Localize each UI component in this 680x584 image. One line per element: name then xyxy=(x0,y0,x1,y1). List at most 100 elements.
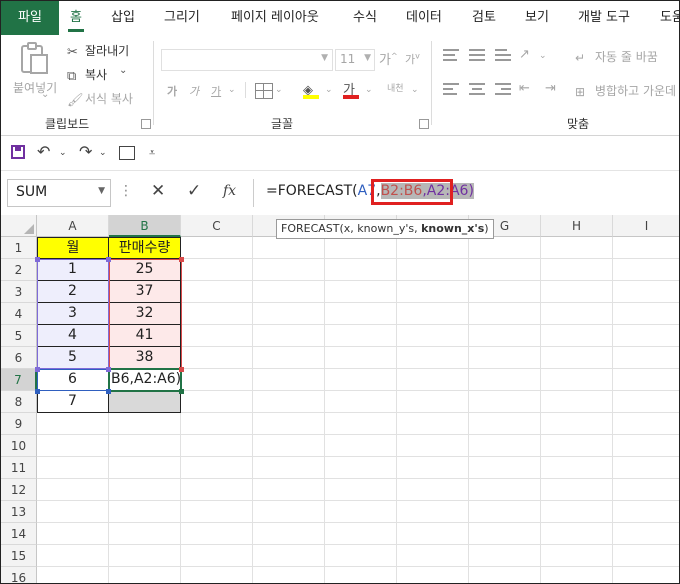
sales-cell[interactable]: 25 xyxy=(109,259,181,281)
month-cell[interactable]: 3 xyxy=(37,303,109,325)
row-header[interactable]: 3 xyxy=(1,281,37,303)
bold-button[interactable]: 가 xyxy=(167,83,177,99)
month-cell[interactable]: 2 xyxy=(37,281,109,303)
month-cell[interactable]: 5 xyxy=(37,347,109,369)
range-handle[interactable] xyxy=(106,389,111,394)
column-header[interactable]: B xyxy=(109,215,181,237)
align-left-icon[interactable] xyxy=(443,83,459,97)
sales-cell[interactable]: 41 xyxy=(109,325,181,347)
copy-button[interactable]: ⧉ 복사 ⌄ xyxy=(67,65,127,84)
undo-dropdown-icon[interactable]: ⌄ xyxy=(59,148,67,158)
row-header[interactable]: 7 xyxy=(1,369,37,391)
name-box[interactable]: SUM ▼ xyxy=(7,179,111,207)
sales-cell[interactable]: 38 xyxy=(109,347,181,369)
cut-button[interactable]: ✂ 잘라내기 xyxy=(67,41,129,60)
month-cell[interactable]: 1 xyxy=(37,259,109,281)
header-cell-month[interactable]: 월 xyxy=(37,237,109,259)
tab-data[interactable]: 데이터 xyxy=(406,1,442,35)
underline-button[interactable]: 가 xyxy=(211,83,221,99)
align-middle-icon[interactable] xyxy=(469,49,485,63)
tab-view[interactable]: 보기 xyxy=(525,1,549,35)
month-cell[interactable]: 6 xyxy=(37,369,109,391)
phonetic-dropdown-icon[interactable]: ⌄ xyxy=(411,85,419,95)
orientation-dropdown-icon[interactable]: ⌄ xyxy=(539,51,547,61)
font-color-dropdown-icon[interactable]: ⌄ xyxy=(365,85,373,95)
decrease-indent-icon[interactable]: ⇤ xyxy=(519,81,530,96)
column-header[interactable]: H xyxy=(541,215,613,237)
column-header[interactable]: A xyxy=(37,215,109,237)
fill-handle[interactable] xyxy=(179,389,184,394)
orientation-icon[interactable]: ↗ xyxy=(519,47,530,62)
row-header[interactable]: 6 xyxy=(1,347,37,369)
align-top-icon[interactable] xyxy=(443,49,459,63)
range-handle[interactable] xyxy=(35,389,40,394)
font-color-button[interactable]: 가 xyxy=(343,79,363,101)
borders-icon[interactable] xyxy=(255,83,273,99)
row-header[interactable]: 16 xyxy=(1,567,37,583)
row-header[interactable]: 9 xyxy=(1,413,37,435)
row-header[interactable]: 8 xyxy=(1,391,37,413)
month-cell[interactable]: 7 xyxy=(37,391,109,413)
font-size-select[interactable]: 11 ▼ xyxy=(335,49,375,71)
tab-help[interactable]: 도움 xyxy=(660,1,679,35)
range-handle[interactable] xyxy=(179,257,184,262)
window-icon[interactable] xyxy=(119,146,135,160)
row-header[interactable]: 4 xyxy=(1,303,37,325)
align-right-icon[interactable] xyxy=(495,83,511,97)
tab-home[interactable]: 홈 xyxy=(68,1,84,35)
format-painter-button[interactable]: 🖌 서식 복사 xyxy=(67,89,133,108)
column-header[interactable]: C xyxy=(181,215,253,237)
tab-review[interactable]: 검토 xyxy=(472,1,496,35)
range-handle[interactable] xyxy=(35,257,40,262)
row-header[interactable]: 15 xyxy=(1,545,37,567)
tab-page-layout[interactable]: 페이지 레이아웃 xyxy=(231,1,319,35)
customize-qat-icon[interactable]: ⩡ xyxy=(149,146,155,160)
range-handle[interactable] xyxy=(35,367,40,372)
paste-dropdown-icon[interactable]: ⌄ xyxy=(41,89,49,100)
row-header[interactable]: 2 xyxy=(1,259,37,281)
range-handle[interactable] xyxy=(106,367,111,372)
tab-developer[interactable]: 개발 도구 xyxy=(578,1,630,35)
row-header[interactable]: 1 xyxy=(1,237,37,259)
font-name-select[interactable]: ▼ xyxy=(161,49,333,71)
editing-cell-b7[interactable]: B6,A2:A6) xyxy=(109,369,181,391)
wrap-text-button[interactable]: ↵ 자동 줄 바꿈 xyxy=(575,47,658,65)
undo-icon[interactable]: ↶ xyxy=(37,142,50,161)
grow-font-button[interactable]: 가^ xyxy=(379,49,398,68)
phonetic-button[interactable]: 내천 xyxy=(387,81,404,94)
enter-check-icon[interactable]: ✓ xyxy=(187,181,201,201)
sales-cell[interactable]: 37 xyxy=(109,281,181,303)
save-icon[interactable] xyxy=(11,145,25,159)
increase-indent-icon[interactable]: ⇥ xyxy=(545,81,556,96)
sales-cell[interactable]: 32 xyxy=(109,303,181,325)
header-cell-sales[interactable]: 판매수량 xyxy=(108,237,181,259)
row-header[interactable]: 12 xyxy=(1,479,37,501)
row-header[interactable]: 14 xyxy=(1,523,37,545)
fill-dropdown-icon[interactable]: ⌄ xyxy=(325,85,333,95)
row-header[interactable]: 10 xyxy=(1,435,37,457)
tab-draw[interactable]: 그리기 xyxy=(164,1,200,35)
copy-dropdown-icon[interactable]: ⌄ xyxy=(119,65,127,76)
select-all-corner[interactable] xyxy=(1,215,37,237)
underline-dropdown-icon[interactable]: ⌄ xyxy=(228,85,236,95)
fill-color-button[interactable]: ◈ xyxy=(303,79,323,101)
paste-button[interactable]: 붙여넣기 xyxy=(9,39,59,99)
shrink-font-button[interactable]: 가v xyxy=(405,51,420,67)
align-bottom-icon[interactable] xyxy=(495,49,511,63)
range-handle[interactable] xyxy=(106,257,111,262)
redo-dropdown-icon[interactable]: ⌄ xyxy=(99,148,107,158)
insert-function-button[interactable]: fx xyxy=(223,183,236,199)
clipboard-launcher-icon[interactable] xyxy=(141,119,151,129)
sales-cell-b8[interactable] xyxy=(109,391,181,413)
italic-button[interactable]: 가 xyxy=(189,83,199,99)
tab-formulas[interactable]: 수식 xyxy=(353,1,377,35)
row-header[interactable]: 13 xyxy=(1,501,37,523)
borders-dropdown-icon[interactable]: ⌄ xyxy=(275,85,283,95)
font-launcher-icon[interactable] xyxy=(419,119,429,129)
redo-icon[interactable]: ↷ xyxy=(79,142,92,161)
cancel-icon[interactable]: ✕ xyxy=(151,181,165,201)
tab-insert[interactable]: 삽입 xyxy=(111,1,135,35)
tab-file[interactable]: 파일 xyxy=(1,1,59,35)
range-handle[interactable] xyxy=(179,367,184,372)
align-center-icon[interactable] xyxy=(469,83,485,97)
